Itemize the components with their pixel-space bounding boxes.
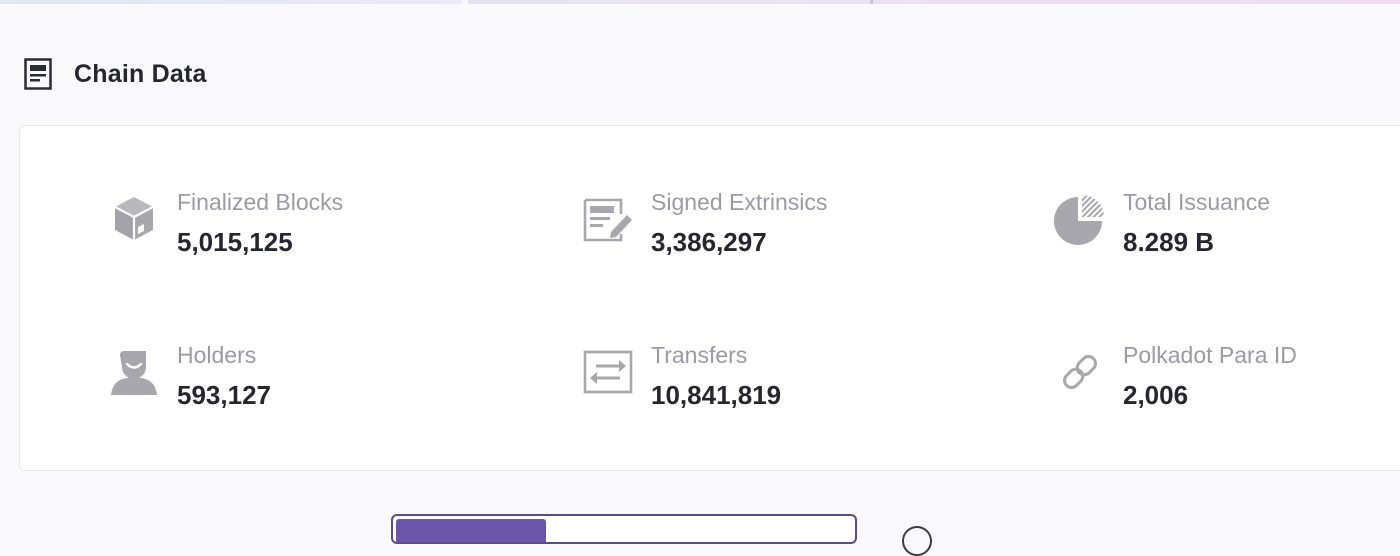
- top-gradient-strip: [0, 0, 1400, 4]
- stat-label: Holders: [177, 342, 257, 368]
- link-icon: [1052, 342, 1108, 402]
- user-icon: [106, 342, 162, 402]
- stat-label: Signed Extrinsics: [651, 189, 828, 215]
- stat-finalized-blocks: Finalized Blocks 5,015,125: [106, 189, 526, 257]
- section-header: Chain Data: [24, 58, 207, 90]
- cube-icon: [106, 189, 162, 249]
- stat-total-issuance: Total Issuance 8.289 B: [1052, 189, 1400, 257]
- tab-active[interactable]: [396, 519, 546, 542]
- tab-switcher[interactable]: [391, 514, 857, 544]
- section-title: Chain Data: [74, 59, 207, 88]
- stat-value: 5,015,125: [177, 227, 293, 257]
- stat-value: 3,386,297: [651, 227, 767, 257]
- stat-value: 593,127: [177, 380, 271, 410]
- stat-label: Finalized Blocks: [177, 189, 344, 215]
- stat-value: 2,006: [1123, 380, 1189, 410]
- document-list-icon: [24, 58, 52, 90]
- circle-icon[interactable]: [902, 526, 932, 556]
- stat-label: Polkadot Para ID: [1123, 342, 1297, 368]
- stat-label: Total Issuance: [1123, 189, 1271, 215]
- stat-polkadot-para-id: Polkadot Para ID 2,006: [1052, 342, 1400, 410]
- stat-value: 8.289 B: [1123, 227, 1215, 257]
- stat-signed-extrinsics: Signed Extrinsics 3,386,297: [580, 189, 1000, 257]
- stat-value: 10,841,819: [651, 380, 782, 410]
- signed-document-icon: [580, 189, 636, 249]
- chain-data-card: Finalized Blocks 5,015,125 Signed Extrin…: [19, 125, 1400, 471]
- stat-holders: Holders 593,127: [106, 342, 526, 410]
- transfer-arrows-icon: [580, 342, 636, 402]
- pie-chart-icon: [1052, 189, 1108, 249]
- stat-label: Transfers: [651, 342, 748, 368]
- stat-transfers: Transfers 10,841,819: [580, 342, 1000, 410]
